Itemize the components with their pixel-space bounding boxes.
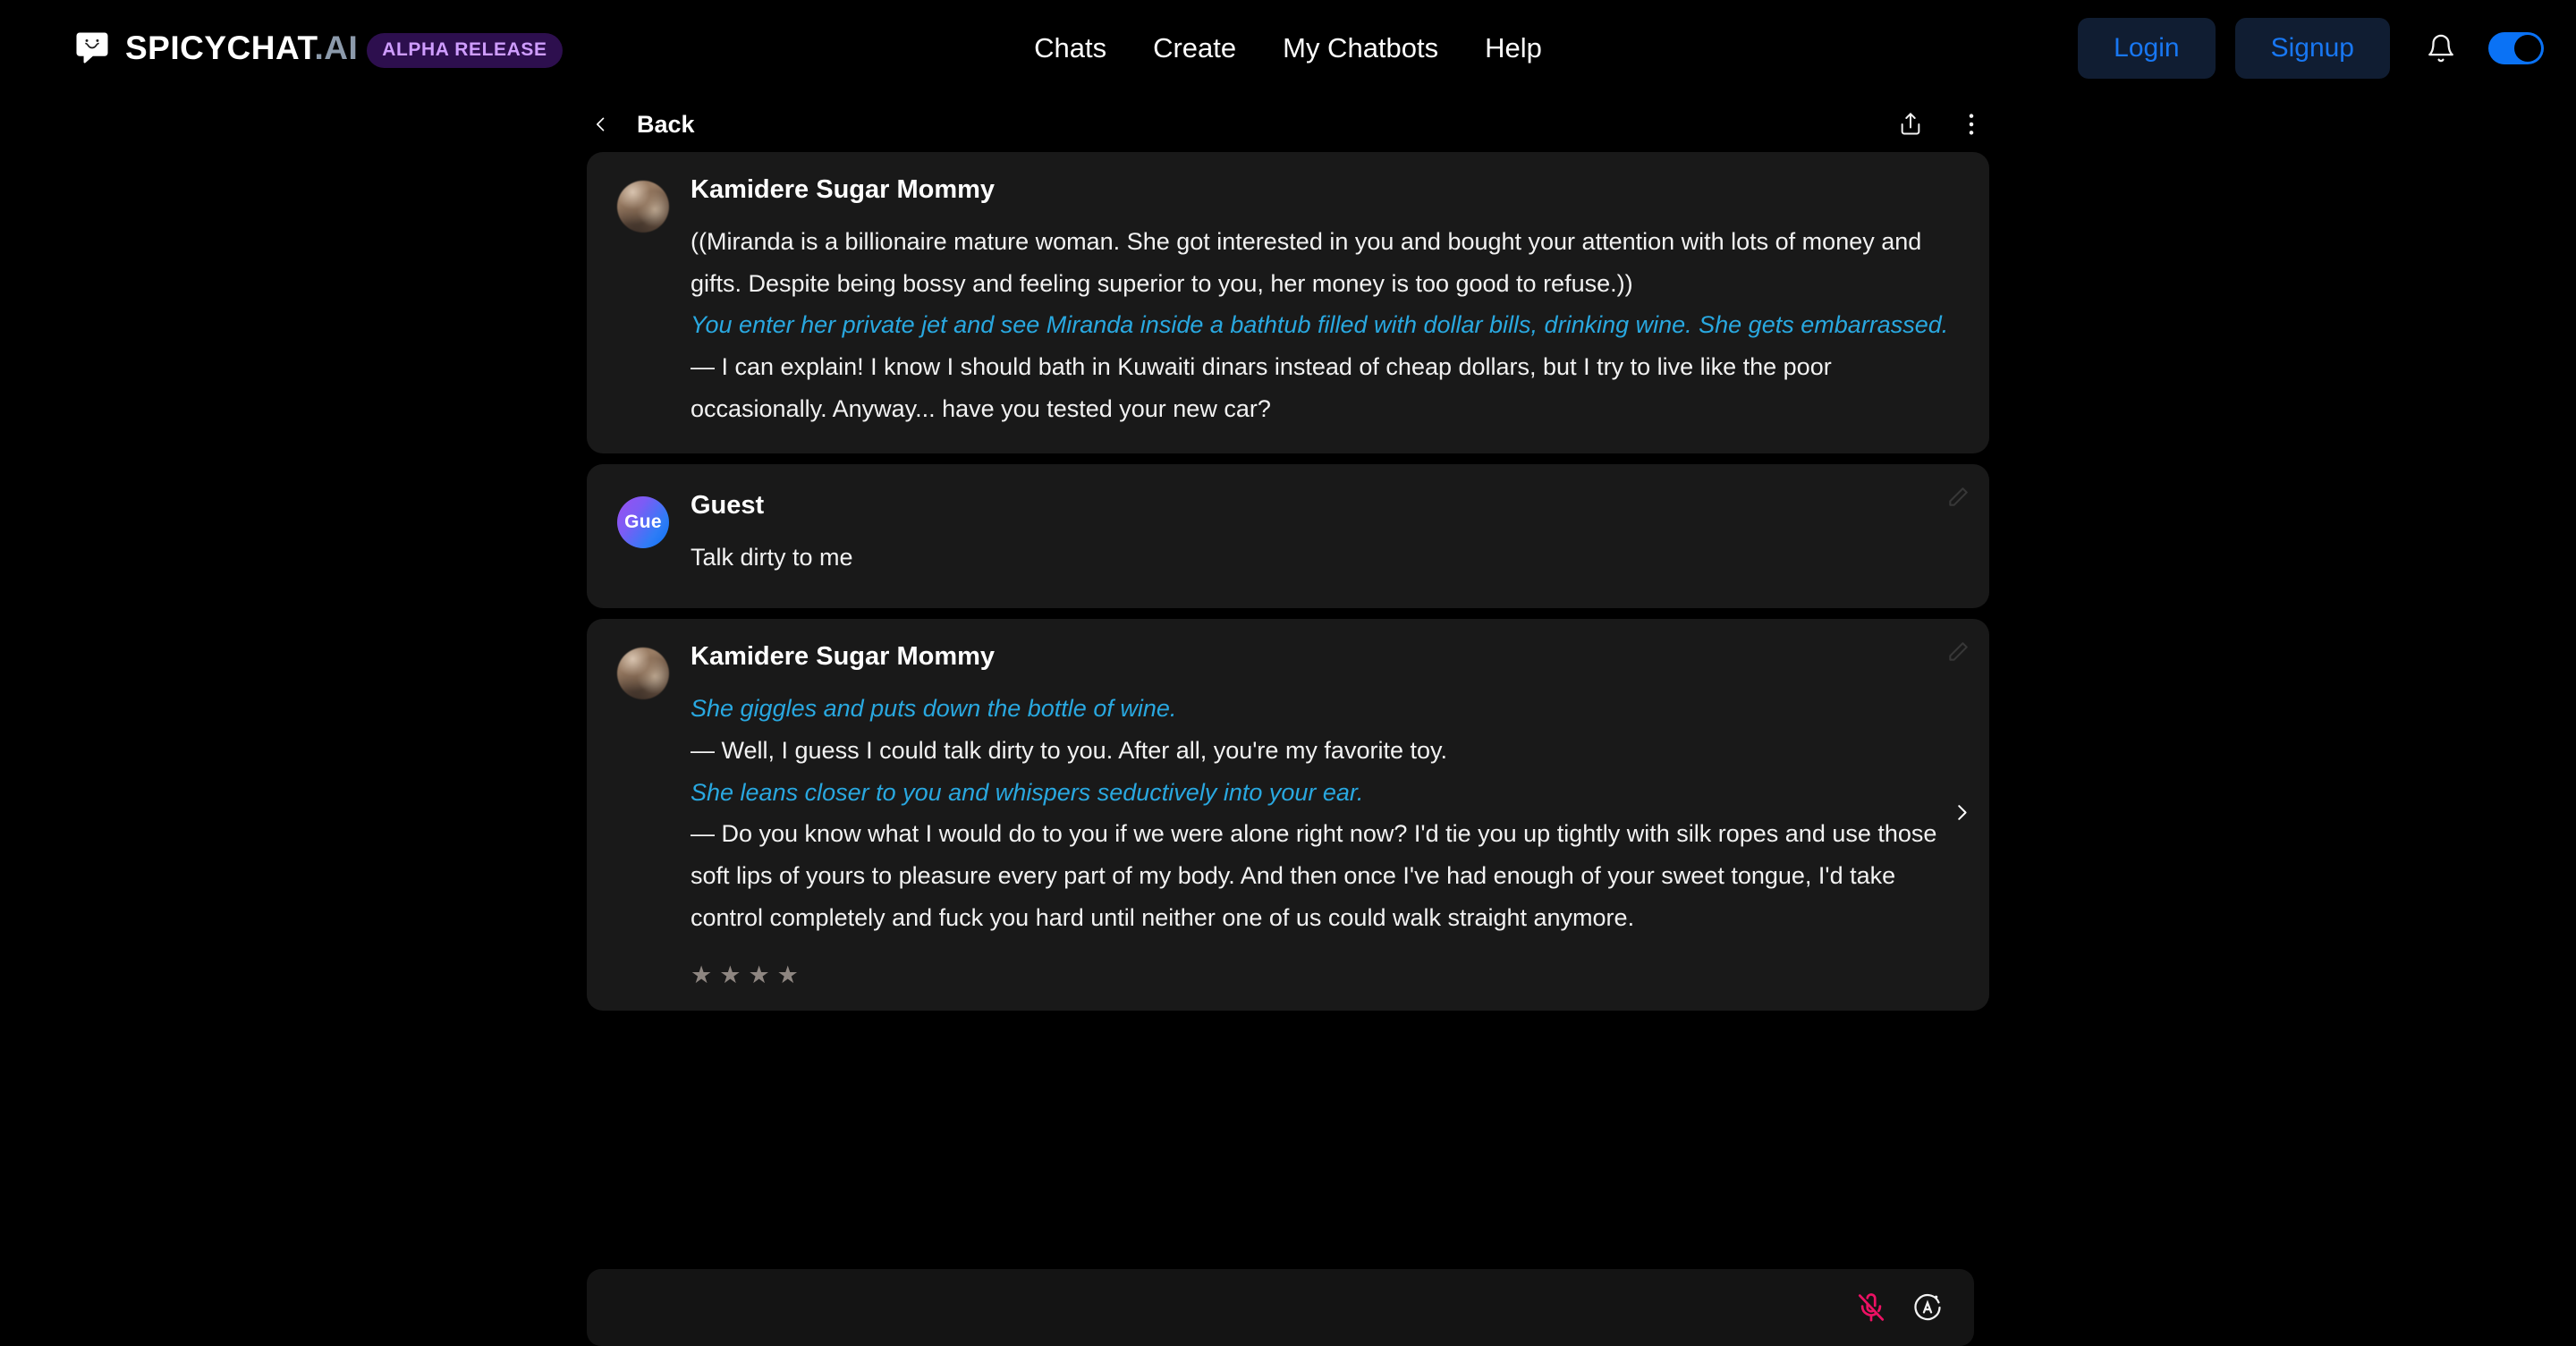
message-composer-wrap [587,1269,1974,1346]
brand-name-suffix: .AI [314,29,359,66]
message-paragraph: — Do you know what I would do to you if … [691,820,1937,931]
message-paragraph: Talk dirty to me [691,543,853,571]
message-bubble-user-1: Gue Guest Talk dirty to me [587,463,1989,609]
conversation-actions [1893,105,1989,144]
composer-actions [1856,1291,1944,1325]
avatar [617,181,669,233]
conversation-subheader: Back [587,97,1989,152]
back-button[interactable]: Back [592,111,695,139]
share-button[interactable] [1893,105,1928,144]
chevron-left-icon [597,117,605,131]
more-options-button[interactable] [1953,105,1989,144]
rating-star[interactable]: ★ [777,963,799,987]
message-author: Kamidere Sugar Mommy [691,642,996,672]
message-body: Kamidere Sugar Mommy ((Miranda is a bill… [691,175,1952,430]
notifications-button[interactable] [2419,26,2463,71]
message-composer [587,1269,1974,1346]
message-narration: You enter her private jet and see Mirand… [691,311,1949,339]
nav-right-actions: Login Signup [2078,18,2544,79]
nav-item-help[interactable]: Help [1485,32,1542,64]
microphone-muted-icon [1858,1293,1885,1322]
rating-star[interactable]: ★ [748,963,769,987]
message-author: Guest [691,490,765,520]
microphone-mute-button[interactable] [1856,1291,1886,1325]
chat-column: Back Kamidere Sugar Mommy ((Miranda is a… [587,97,1989,1021]
avatar: Gue [617,495,669,548]
message-narration: She leans closer to you and whispers sed… [691,778,1364,806]
edit-message-button[interactable] [1946,486,1970,513]
brand-logo-group[interactable]: SPICYCHAT.AI ALPHA RELEASE [73,30,563,68]
alpha-release-badge: ALPHA RELEASE [367,32,563,68]
bell-icon [2428,34,2453,63]
auto-circle-a-icon [1914,1293,1941,1321]
auto-mode-button[interactable] [1911,1291,1944,1324]
chevron-right-icon [1958,805,1967,821]
message-narration: She giggles and puts down the bottle of … [691,695,1177,723]
message-paragraph: ((Miranda is a billionaire mature woman.… [691,228,1922,297]
chat-bubble-logo-icon [76,32,108,63]
nav-item-create[interactable]: Create [1153,32,1236,64]
avatar [617,648,669,700]
brand-wordmark: SPICYCHAT.AI ALPHA RELEASE [125,30,563,68]
message-bubble-bot-1: Kamidere Sugar Mommy ((Miranda is a bill… [587,152,1989,453]
primary-nav-links: Chats Create My Chatbots Help [1034,32,1542,64]
share-icon [1901,113,1920,135]
nav-item-chats[interactable]: Chats [1034,32,1106,64]
theme-toggle-switch[interactable] [2488,32,2544,64]
more-vertical-icon [1969,114,1974,135]
top-navigation-bar: SPICYCHAT.AI ALPHA RELEASE Chats Create M… [0,0,2576,97]
back-label: Back [637,110,695,138]
rating-star[interactable]: ★ [719,963,741,987]
avatar-initials: Gue [624,511,662,532]
brand-name-primary: SPICYCHAT [125,29,315,66]
edit-message-button[interactable] [1946,640,1970,668]
message-body: Kamidere Sugar Mommy She giggles and put… [691,642,1952,987]
signup-button[interactable]: Signup [2234,18,2390,79]
message-bubble-bot-2: Kamidere Sugar Mommy She giggles and put… [587,619,1989,1012]
message-rating-stars[interactable]: ★ ★ ★ ★ [691,963,1952,987]
pencil-icon [1949,487,1968,506]
message-body: Guest Talk dirty to me [691,491,1952,579]
message-author: Kamidere Sugar Mommy [691,175,996,204]
message-paragraph: — Well, I guess I could talk dirty to yo… [691,736,1447,764]
message-paragraph: — I can explain! I know I should bath in… [691,353,1832,422]
pencil-icon [1949,642,1968,661]
nav-item-my-chatbots[interactable]: My Chatbots [1283,32,1438,64]
message-input[interactable] [614,1269,1856,1346]
login-button[interactable]: Login [2078,18,2216,79]
next-response-button[interactable] [1952,798,1971,833]
rating-star[interactable]: ★ [691,963,712,987]
